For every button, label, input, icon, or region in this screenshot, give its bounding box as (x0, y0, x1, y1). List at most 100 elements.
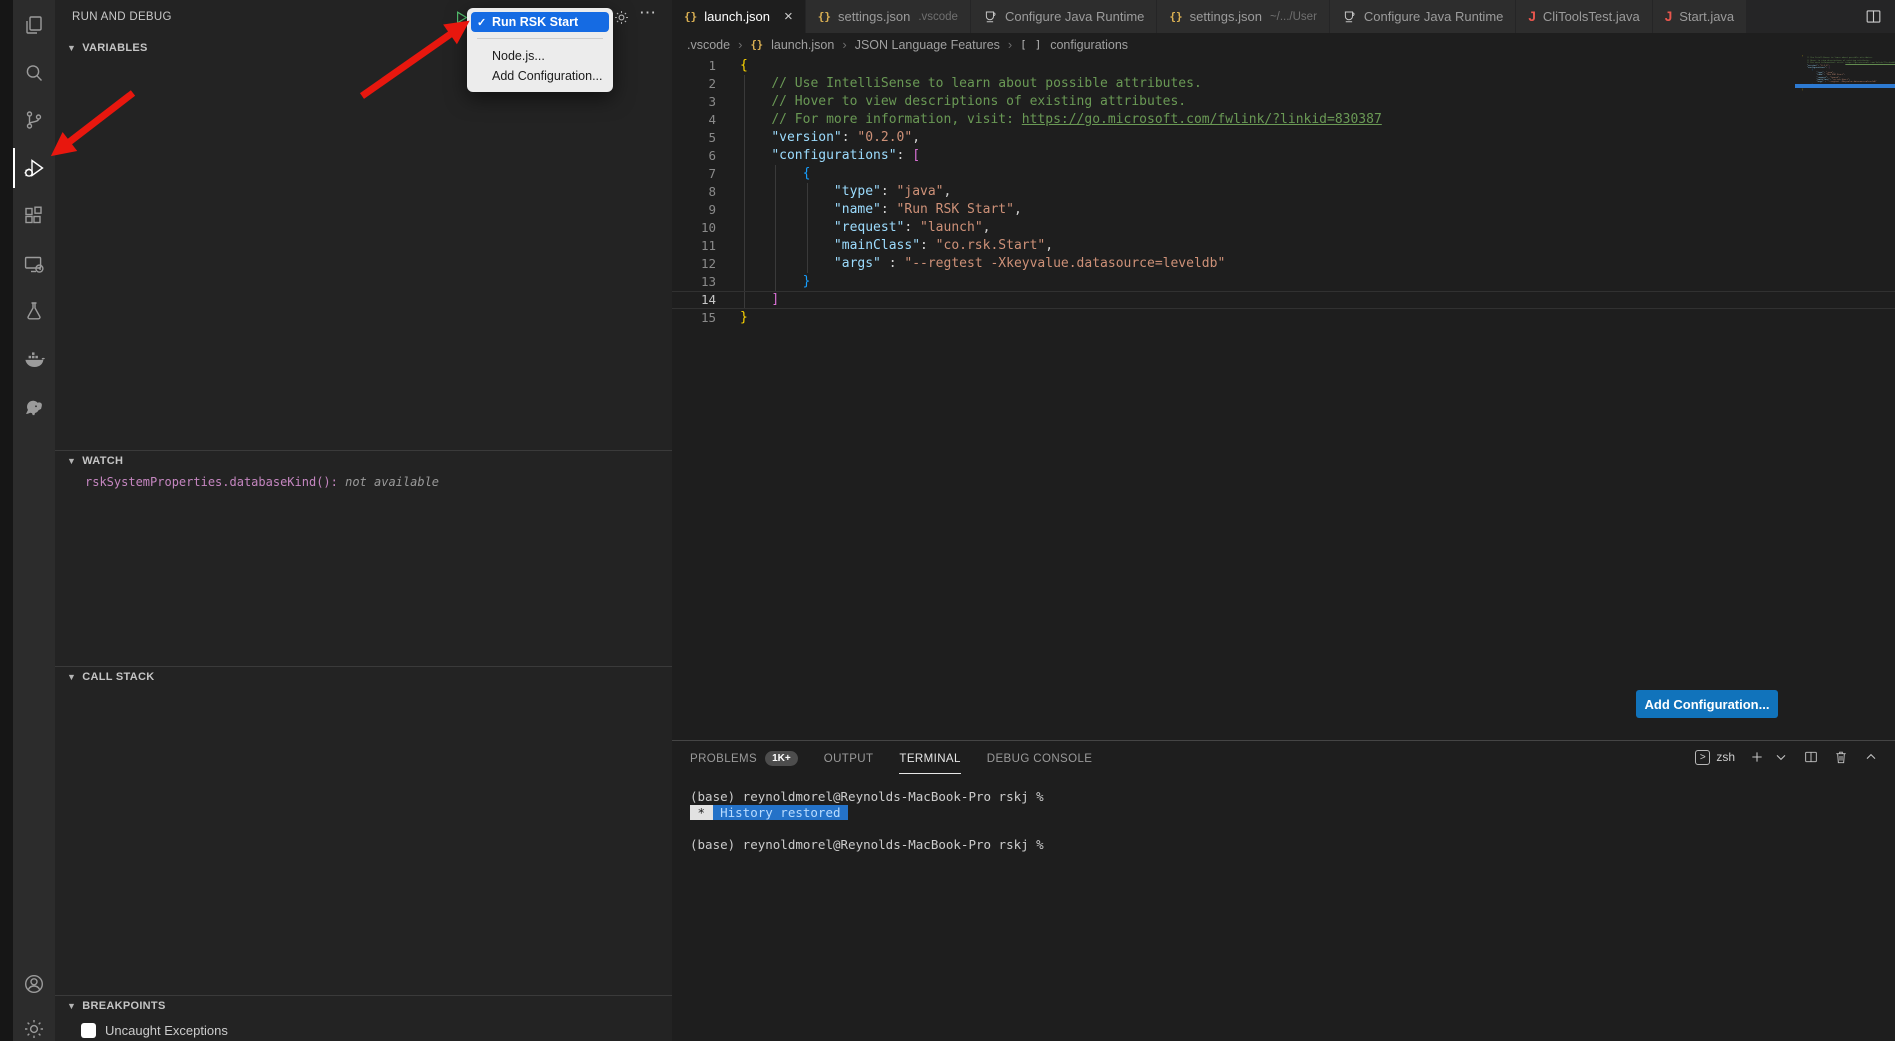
code-token: "launch" (920, 220, 983, 235)
indent-guide (744, 129, 745, 147)
kill-terminal-trash-icon[interactable] (1833, 749, 1849, 765)
menu-item-run-rsk-start[interactable]: ✓Run RSK Start (471, 12, 609, 32)
code-token: : (842, 130, 858, 145)
tab-label: CliToolsTest.java (1543, 9, 1640, 24)
split-editor-icon[interactable] (1864, 7, 1883, 26)
uncaught-exceptions-checkbox[interactable] (81, 1023, 96, 1038)
code-token: "java" (897, 184, 944, 199)
activity-item-accounts[interactable] (13, 961, 55, 1007)
activity-item-source-control[interactable] (13, 97, 55, 143)
indent-guide (807, 201, 808, 219)
indent-guide (775, 219, 776, 237)
menu-item-node-js[interactable]: Node.js... (471, 46, 609, 66)
breadcrumb-item-vscode[interactable]: .vscode (687, 38, 730, 52)
breadcrumb-item-launch-json[interactable]: launch.json (771, 38, 834, 52)
new-terminal-plus-icon[interactable] (1749, 749, 1765, 765)
breadcrumb-separator: › (842, 37, 846, 52)
close-icon[interactable]: × (784, 9, 793, 24)
code-token: "Run RSK Start" (897, 202, 1014, 217)
account-icon (22, 972, 46, 996)
code-token: "configurations" (771, 148, 896, 163)
breakpoints-section-header[interactable]: ▼ BREAKPOINTS (55, 996, 672, 1016)
tab-clitoolstest-java[interactable]: JCliToolsTest.java (1516, 0, 1652, 33)
watch-expression-name: rskSystemProperties.databaseKind(): (85, 475, 338, 489)
activity-item-remote-explorer[interactable] (13, 241, 55, 287)
code-token: "--regtest -Xkeyvalue.datasource=leveldb… (904, 256, 1225, 271)
terminal-text: History restored (713, 805, 848, 820)
files-icon (22, 13, 46, 37)
activity-item-gradle[interactable] (13, 384, 55, 430)
line-number: 15 (672, 309, 718, 327)
menu-item-add-configuration[interactable]: Add Configuration... (471, 66, 609, 86)
panel-tab-problems[interactable]: PROBLEMS1K+ (690, 751, 798, 774)
tab-configure-java-runtime[interactable]: Configure Java Runtime (1330, 0, 1516, 33)
code-token: https://go.microsoft.com/fwlink/?linkid=… (1022, 112, 1382, 127)
menu-item-label: Run RSK Start (492, 15, 578, 29)
tab-detail: ~/.../User (1270, 11, 1317, 23)
code-area[interactable]: 1{2 // Use IntelliSense to learn about p… (672, 57, 1895, 327)
line-number: 2 (672, 75, 718, 93)
watch-section: ▼ WATCH rskSystemProperties.databaseKind… (55, 450, 672, 489)
line-number: 4 (672, 111, 718, 129)
terminal-launch-chevron-down-icon[interactable] (1773, 749, 1789, 765)
indent-guide (775, 183, 776, 201)
activity-item-run-and-debug[interactable] (13, 145, 55, 191)
call-stack-section: ▼ CALL STACK (55, 666, 672, 687)
chevron-down-icon: ▼ (67, 1001, 76, 1011)
editor-tabs: {}launch.json×{}settings.json.vscode Conf… (672, 0, 1747, 33)
activity-item-search[interactable] (13, 50, 55, 96)
tab-label: Configure Java Runtime (1005, 9, 1144, 24)
activity-item-extensions[interactable] (13, 193, 55, 239)
tab-configure-java-runtime[interactable]: Configure Java Runtime (971, 0, 1157, 33)
tab-launch-json[interactable]: {}launch.json× (672, 0, 806, 33)
json-icon: {} (750, 39, 763, 51)
code-token: } (740, 310, 748, 325)
code-text: } (718, 273, 810, 291)
code-token: "mainClass" (834, 238, 920, 253)
add-configuration-button[interactable]: Add Configuration... (1636, 690, 1778, 718)
line-number: 9 (672, 201, 718, 219)
testing-icon (22, 299, 46, 323)
terminal-output[interactable]: (base) reynoldmorel@Reynolds-MacBook-Pro… (690, 789, 1875, 853)
debug-configure-gear-icon[interactable] (613, 9, 630, 26)
terminal-shell-selector[interactable]: > zsh (1695, 750, 1735, 765)
activity-item-docker[interactable] (13, 336, 55, 382)
views-more-actions-icon[interactable]: ⋯ (639, 3, 658, 23)
maximize-panel-chevron-up-icon[interactable] (1863, 749, 1879, 765)
variables-title: VARIABLES (82, 42, 147, 54)
breadcrumb-item-configurations[interactable]: configurations (1050, 38, 1128, 52)
code-text: // Use IntelliSense to learn about possi… (718, 75, 1202, 93)
activity-item-manage[interactable] (13, 1006, 55, 1041)
code-text: "configurations": [ (718, 147, 920, 165)
minimap[interactable]: { // Use IntelliSense to learn about pos… (1795, 52, 1895, 124)
panel-tab-debug-console[interactable]: DEBUG CONSOLE (987, 751, 1093, 774)
watch-section-header[interactable]: ▼ WATCH (55, 451, 672, 471)
code-token: : (881, 256, 904, 271)
code-token: : (881, 184, 897, 199)
run-debug-icon (22, 156, 46, 180)
tab-start-java[interactable]: JStart.java (1653, 0, 1747, 33)
java-runtime-icon (983, 9, 998, 24)
call-stack-section-header[interactable]: ▼ CALL STACK (55, 667, 672, 687)
tab-settings-json[interactable]: {}settings.json~/.../User (1157, 0, 1330, 33)
breakpoint-label: Uncaught Exceptions (105, 1023, 228, 1038)
activity-item-testing[interactable] (13, 288, 55, 334)
indent-guide (744, 111, 745, 129)
chevron-down-icon: ▼ (67, 672, 76, 682)
tab-settings-json[interactable]: {}settings.json.vscode (806, 0, 971, 33)
terminal-line: (base) reynoldmorel@Reynolds-MacBook-Pro… (690, 789, 1875, 805)
tab-label: settings.json (1190, 9, 1262, 24)
activity-item-explorer[interactable] (13, 2, 55, 48)
watch-expression-value: not available (338, 475, 439, 489)
panel-tab-terminal[interactable]: TERMINAL (899, 751, 960, 774)
code-token: "args" (834, 256, 881, 271)
docker-icon (22, 347, 46, 371)
code-token: [ (912, 148, 920, 163)
watch-expression[interactable]: rskSystemProperties.databaseKind(): not … (55, 475, 672, 489)
code-token: "version" (771, 130, 841, 145)
code-token: : (881, 202, 897, 217)
code-text: "args" : "--regtest -Xkeyvalue.datasourc… (718, 255, 1225, 273)
breadcrumb-item-json-language-features[interactable]: JSON Language Features (855, 38, 1000, 52)
split-terminal-icon[interactable] (1803, 749, 1819, 765)
panel-tab-output[interactable]: OUTPUT (824, 751, 874, 774)
